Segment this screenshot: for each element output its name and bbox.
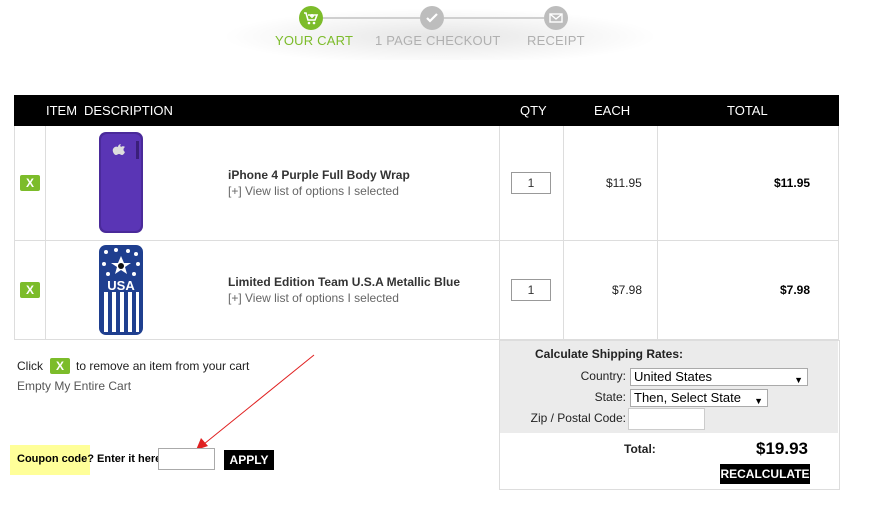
item-each-price: $11.95 [606, 176, 642, 190]
header-description: DESCRIPTION [84, 103, 173, 118]
coupon-label: Coupon code? Enter it here: [17, 453, 165, 465]
chevron-down-icon: ▼ [754, 396, 763, 406]
annotation-arrow [196, 354, 315, 450]
view-options-link[interactable]: [+] View list of options I selected [228, 291, 399, 305]
remove-item-button[interactable]: X [20, 282, 40, 298]
empty-cart-link[interactable]: Empty My Entire Cart [17, 379, 131, 393]
col-divider [14, 126, 15, 340]
remove-hint-x-icon: X [50, 358, 70, 374]
step-receipt: RECEIPT [527, 33, 585, 48]
product-image-purple-wrap[interactable] [98, 131, 144, 239]
total-label: Total: [624, 442, 656, 456]
recalculate-button[interactable]: RECALCULATE [720, 464, 810, 484]
col-divider [838, 126, 839, 340]
col-divider [657, 126, 658, 340]
cart-add-icon [299, 6, 323, 30]
step-connector [323, 17, 420, 19]
item-total-price: $11.95 [774, 176, 811, 190]
remove-hint-click: Click [17, 359, 43, 373]
step-connector [444, 17, 544, 19]
chevron-down-icon: ▼ [794, 375, 803, 385]
apply-coupon-button[interactable]: APPLY [224, 450, 274, 470]
country-select[interactable]: United States ▼ [630, 368, 808, 386]
cart-table-header: ITEM DESCRIPTION QTY EACH TOTAL [14, 95, 839, 126]
shipping-title: Calculate Shipping Rates: [535, 347, 684, 361]
remove-item-button[interactable]: X [20, 175, 40, 191]
quantity-input[interactable]: 1 [511, 172, 551, 194]
checkmark-icon [420, 6, 444, 30]
col-divider [563, 126, 564, 340]
item-name[interactable]: iPhone 4 Purple Full Body Wrap [228, 168, 410, 182]
state-value: Then, Select State [634, 390, 741, 405]
coupon-input[interactable] [158, 448, 215, 470]
item-each-price: $7.98 [612, 283, 643, 297]
zip-label: Zip / Postal Code: [530, 411, 626, 425]
view-options-link[interactable]: [+] View list of options I selected [228, 184, 399, 198]
header-qty: QTY [520, 103, 547, 118]
product-image-usa-wrap[interactable]: USA [98, 244, 144, 341]
col-divider [45, 126, 46, 340]
country-label: Country: [580, 369, 626, 383]
step-checkout: 1 PAGE CHECKOUT [375, 33, 501, 48]
zip-input[interactable] [628, 408, 705, 430]
state-select[interactable]: Then, Select State ▼ [630, 389, 768, 407]
grand-total: $19.93 [756, 439, 808, 458]
step-your-cart[interactable]: YOUR CART [275, 33, 353, 48]
state-label: State: [594, 390, 626, 404]
svg-text:USA: USA [107, 278, 135, 293]
item-total-price: $7.98 [780, 283, 811, 297]
header-total: TOTAL [727, 103, 768, 118]
col-divider [499, 126, 500, 340]
row-divider [14, 240, 839, 241]
header-each: EACH [594, 103, 631, 118]
quantity-input[interactable]: 1 [511, 279, 551, 301]
envelope-icon [544, 6, 568, 30]
country-value: United States [634, 369, 713, 384]
header-item: ITEM [46, 103, 78, 118]
item-name[interactable]: Limited Edition Team U.S.A Metallic Blue [228, 275, 460, 289]
